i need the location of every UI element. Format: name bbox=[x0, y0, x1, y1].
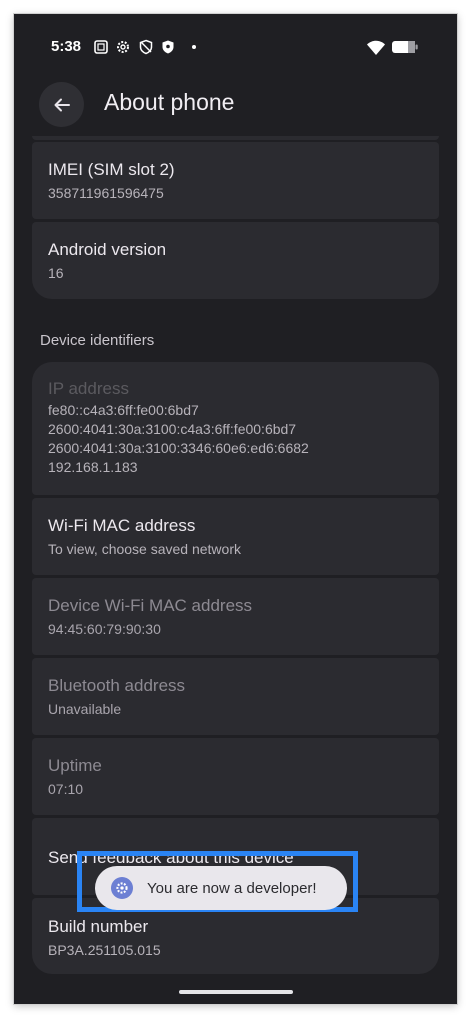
device-wifi-mac-item[interactable]: Device Wi-Fi MAC address 94:45:60:79:90:… bbox=[32, 578, 439, 655]
battery-icon bbox=[392, 41, 418, 53]
developer-toast: You are now a developer! bbox=[95, 866, 347, 910]
gear-icon bbox=[111, 877, 133, 899]
screen-record-icon bbox=[94, 40, 108, 54]
toast-message: You are now a developer! bbox=[147, 879, 317, 897]
notification-dot-icon bbox=[192, 45, 196, 49]
wifi-mac-value: To view, choose saved network bbox=[48, 541, 241, 557]
uptime-value: 07:10 bbox=[48, 781, 84, 797]
build-number-value: BP3A.251105.015 bbox=[48, 942, 161, 958]
app-bar: About phone bbox=[14, 74, 457, 138]
android-version-value: 16 bbox=[48, 265, 64, 281]
status-time: 5:38 bbox=[51, 38, 82, 55]
card-edge bbox=[32, 136, 439, 140]
uptime-title: Uptime bbox=[48, 756, 102, 775]
device-wifi-mac-title: Device Wi-Fi MAC address bbox=[48, 596, 253, 615]
gesture-nav-handle[interactable] bbox=[179, 990, 293, 994]
ip-line-3: 2600:4041:30a:3100:3346:60e6:ed6:6682 bbox=[48, 440, 309, 456]
uptime-item[interactable]: Uptime 07:10 bbox=[32, 738, 439, 815]
arrow-left-icon bbox=[54, 98, 70, 111]
build-number-title: Build number bbox=[48, 917, 149, 936]
bluetooth-address-item[interactable]: Bluetooth address Unavailable bbox=[32, 658, 439, 735]
ip-line-4: 192.168.1.183 bbox=[48, 459, 138, 475]
shield-outline-icon bbox=[139, 39, 153, 55]
ip-address-value: fe80::c4a3:6ff:fe00:6bd7 2600:4041:30a:3… bbox=[48, 401, 439, 477]
bluetooth-address-title: Bluetooth address bbox=[48, 676, 186, 695]
ip-line-2: 2600:4041:30a:3100:c4a3:6ff:fe00:6bd7 bbox=[48, 421, 297, 437]
ip-address-item[interactable]: IP address fe80::c4a3:6ff:fe00:6bd7 2600… bbox=[32, 362, 439, 495]
status-bar: 5:38 bbox=[14, 14, 457, 74]
android-version-title: Android version bbox=[48, 240, 167, 259]
shield-filled-icon bbox=[162, 40, 174, 54]
page-title: About phone bbox=[104, 89, 235, 115]
device-wifi-mac-value: 94:45:60:79:90:30 bbox=[48, 621, 161, 637]
imei-item[interactable]: IMEI (SIM slot 2) 358711961596475 bbox=[32, 142, 439, 219]
imei-value: 358711961596475 bbox=[48, 185, 164, 201]
ip-address-title: IP address bbox=[48, 379, 129, 398]
wifi-icon bbox=[367, 40, 385, 55]
android-version-item[interactable]: Android version 16 bbox=[32, 222, 439, 299]
wifi-mac-title: Wi-Fi MAC address bbox=[48, 516, 196, 535]
wifi-mac-item[interactable]: Wi-Fi MAC address To view, choose saved … bbox=[32, 498, 439, 575]
section-header-device-identifiers: Device identifiers bbox=[40, 332, 155, 349]
imei-title: IMEI (SIM slot 2) bbox=[48, 160, 175, 179]
bluetooth-address-value: Unavailable bbox=[48, 701, 122, 717]
gear-icon bbox=[117, 41, 129, 53]
ip-line-1: fe80::c4a3:6ff:fe00:6bd7 bbox=[48, 402, 199, 418]
back-button[interactable] bbox=[39, 82, 84, 127]
